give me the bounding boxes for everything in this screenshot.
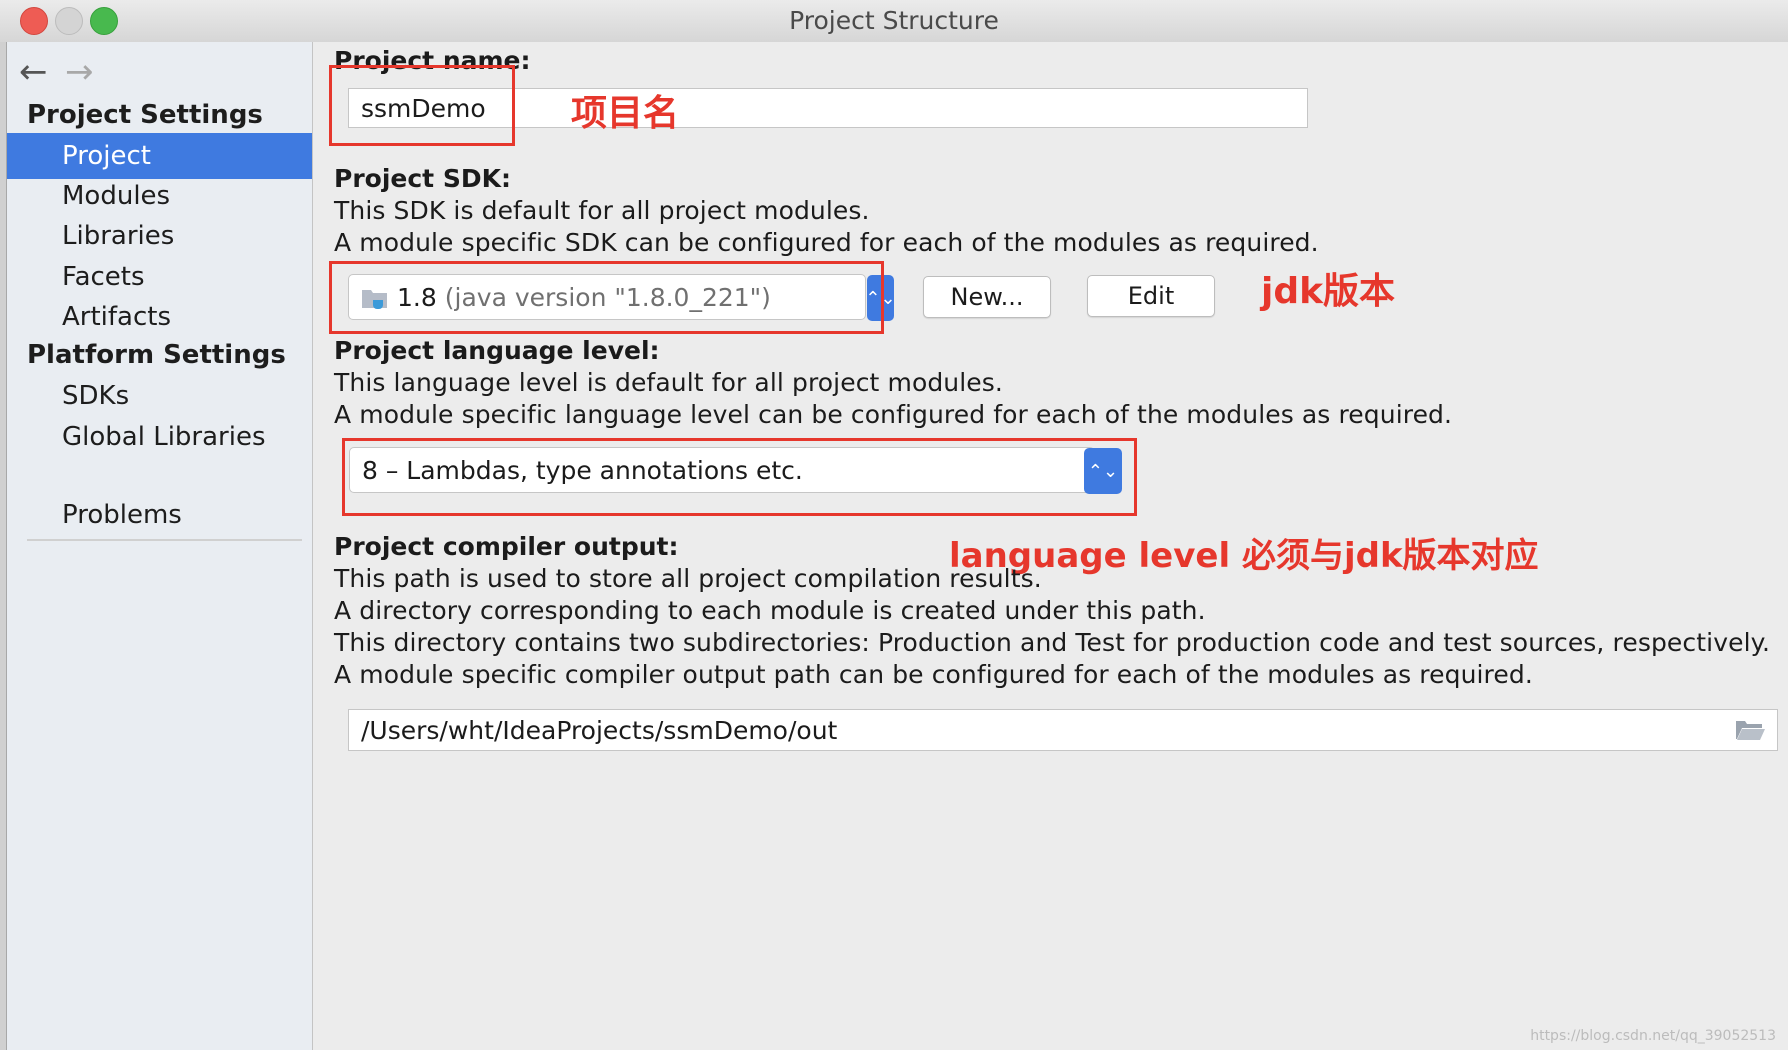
sidebar-item-global-libraries[interactable]: Global Libraries <box>7 414 312 460</box>
back-arrow-icon[interactable]: ← <box>19 52 48 92</box>
sidebar-divider <box>27 539 302 541</box>
compiler-output-path-value: /Users/wht/IdeaProjects/ssmDemo/out <box>361 715 838 745</box>
sdk-edit-button[interactable]: Edit <box>1087 275 1215 317</box>
project-settings-heading: Project Settings <box>27 100 263 130</box>
sidebar-item-sdks[interactable]: SDKs <box>7 373 312 419</box>
window-left-edge <box>0 42 7 1050</box>
compiler-output-path-input[interactable]: /Users/wht/IdeaProjects/ssmDemo/out <box>348 709 1778 751</box>
language-level-description-2: A module specific language level can be … <box>334 400 1453 429</box>
window-title: Project Structure <box>789 6 999 35</box>
project-sdk-highlight-box <box>329 261 884 334</box>
platform-settings-heading: Platform Settings <box>27 340 286 370</box>
compiler-output-description-3: This directory contains two subdirectori… <box>334 628 1770 657</box>
project-sdk-description-2: A module specific SDK can be configured … <box>334 228 1319 257</box>
main-panel: Project name: ssmDemo 项目名 Project SDK: T… <box>313 42 1788 1050</box>
project-sdk-description-1: This SDK is default for all project modu… <box>334 196 870 225</box>
sidebar-item-artifacts[interactable]: Artifacts <box>7 294 312 340</box>
sdk-new-button[interactable]: New... <box>923 276 1051 318</box>
folder-open-icon[interactable] <box>1734 718 1766 742</box>
sidebar: ← → Project Settings Project Modules Lib… <box>7 42 313 1050</box>
sidebar-item-problems[interactable]: Problems <box>7 492 312 538</box>
project-name-highlight-box <box>329 65 515 146</box>
compiler-output-description-4: A module specific compiler output path c… <box>334 660 1533 689</box>
language-level-label: Project language level: <box>334 336 660 365</box>
compiler-output-label: Project compiler output: <box>334 532 679 561</box>
forward-arrow-icon[interactable]: → <box>65 52 94 92</box>
sidebar-item-libraries[interactable]: Libraries <box>7 213 312 259</box>
language-level-highlight-box <box>342 438 1137 516</box>
project-sdk-label: Project SDK: <box>334 164 511 193</box>
title-bar: Project Structure <box>0 0 1788 43</box>
language-level-description-1: This language level is default for all p… <box>334 368 1003 397</box>
jdk-version-annotation: jdk版本 <box>1261 271 1396 312</box>
watermark-text: https://blog.csdn.net/qq_39052513 <box>1530 1028 1776 1044</box>
compiler-output-description-1: This path is used to store all project c… <box>334 564 1042 593</box>
compiler-output-description-2: A directory corresponding to each module… <box>334 596 1206 625</box>
project-name-annotation: 项目名 <box>571 93 680 134</box>
